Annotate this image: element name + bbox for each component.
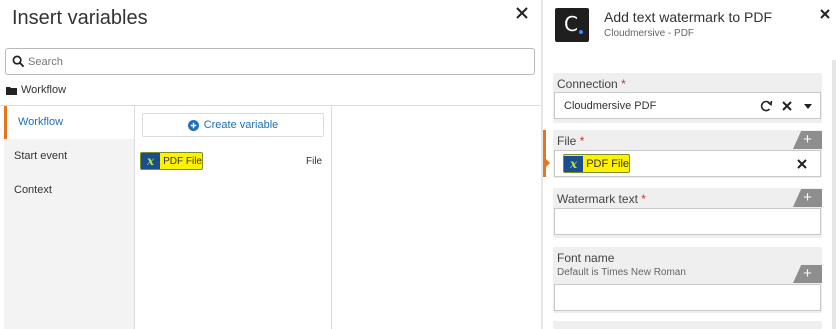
- nav-item-context[interactable]: Context: [4, 174, 134, 207]
- watermark-text-field: Watermark text * +: [553, 188, 822, 238]
- panel-title: Insert variables: [12, 7, 148, 29]
- breadcrumb-label: Workflow: [21, 84, 67, 96]
- active-field-marker: [543, 130, 546, 177]
- field-label: Connection *: [557, 77, 626, 91]
- variable-type: File: [306, 156, 323, 167]
- nav-item-label: Context: [14, 184, 52, 196]
- action-subtitle: Cloudmersive - PDF: [604, 28, 695, 39]
- variable-scope-nav: Workflow Start event Context: [4, 106, 134, 329]
- scrollbar[interactable]: [832, 60, 836, 329]
- variable-icon: x: [564, 155, 584, 172]
- variable-chip[interactable]: x PDF File: [140, 152, 203, 170]
- active-field-arrow: [545, 158, 550, 168]
- file-input[interactable]: x PDF File: [554, 150, 821, 177]
- insert-variables-panel: Insert variables Workflow Workflow Start…: [0, 0, 541, 329]
- action-config-panel: C Add text watermark to PDF Cloudmersive…: [543, 0, 836, 329]
- clear-icon[interactable]: [780, 99, 794, 113]
- app-root: Insert variables Workflow Workflow Start…: [0, 0, 836, 329]
- action-title: Add text watermark to PDF: [604, 9, 773, 25]
- add-button[interactable]: +: [793, 189, 822, 207]
- create-variable-button[interactable]: Create variable: [142, 113, 324, 137]
- column-divider: [134, 106, 135, 329]
- create-variable-label: Create variable: [203, 119, 279, 131]
- connection-select[interactable]: Cloudmersive PDF: [554, 92, 821, 119]
- folder-icon: [6, 86, 17, 95]
- close-icon[interactable]: [514, 5, 530, 21]
- field-label: Font name: [557, 251, 615, 265]
- field-hint: Default is Times New Roman: [557, 267, 686, 278]
- variable-icon: x: [141, 153, 161, 169]
- variable-name: PDF File: [586, 157, 629, 170]
- watermark-text-input[interactable]: [554, 208, 821, 235]
- close-icon[interactable]: [818, 7, 832, 21]
- refresh-icon[interactable]: [759, 99, 773, 113]
- file-field: File * + x PDF File: [553, 130, 822, 178]
- add-button[interactable]: +: [793, 131, 822, 149]
- search-input[interactable]: [28, 51, 528, 72]
- search-box: [5, 48, 535, 75]
- font-name-field: Font name Default is Times New Roman +: [553, 247, 822, 313]
- breadcrumb[interactable]: Workflow: [6, 84, 66, 96]
- clear-icon[interactable]: [795, 157, 809, 171]
- nav-item-workflow[interactable]: Workflow: [4, 106, 134, 139]
- connection-field: Connection * Cloudmersive PDF: [553, 73, 822, 123]
- variable-chip[interactable]: x PDF File: [563, 154, 630, 173]
- variable-name: PDF File: [163, 155, 202, 167]
- nav-item-start-event[interactable]: Start event: [4, 140, 134, 173]
- column-divider: [331, 106, 332, 329]
- next-field: [553, 321, 822, 329]
- font-name-input[interactable]: [554, 284, 821, 311]
- field-label: File *: [557, 134, 585, 148]
- cloudmersive-logo: C: [555, 8, 589, 42]
- connection-value: Cloudmersive PDF: [564, 100, 657, 112]
- nav-item-label: Workflow: [18, 116, 64, 128]
- chevron-down-icon[interactable]: [801, 99, 815, 113]
- plus-circle-icon: [187, 119, 199, 131]
- field-label: Watermark text *: [557, 192, 646, 206]
- add-button[interactable]: +: [793, 265, 822, 283]
- search-icon: [12, 55, 25, 68]
- nav-item-label: Start event: [14, 150, 68, 162]
